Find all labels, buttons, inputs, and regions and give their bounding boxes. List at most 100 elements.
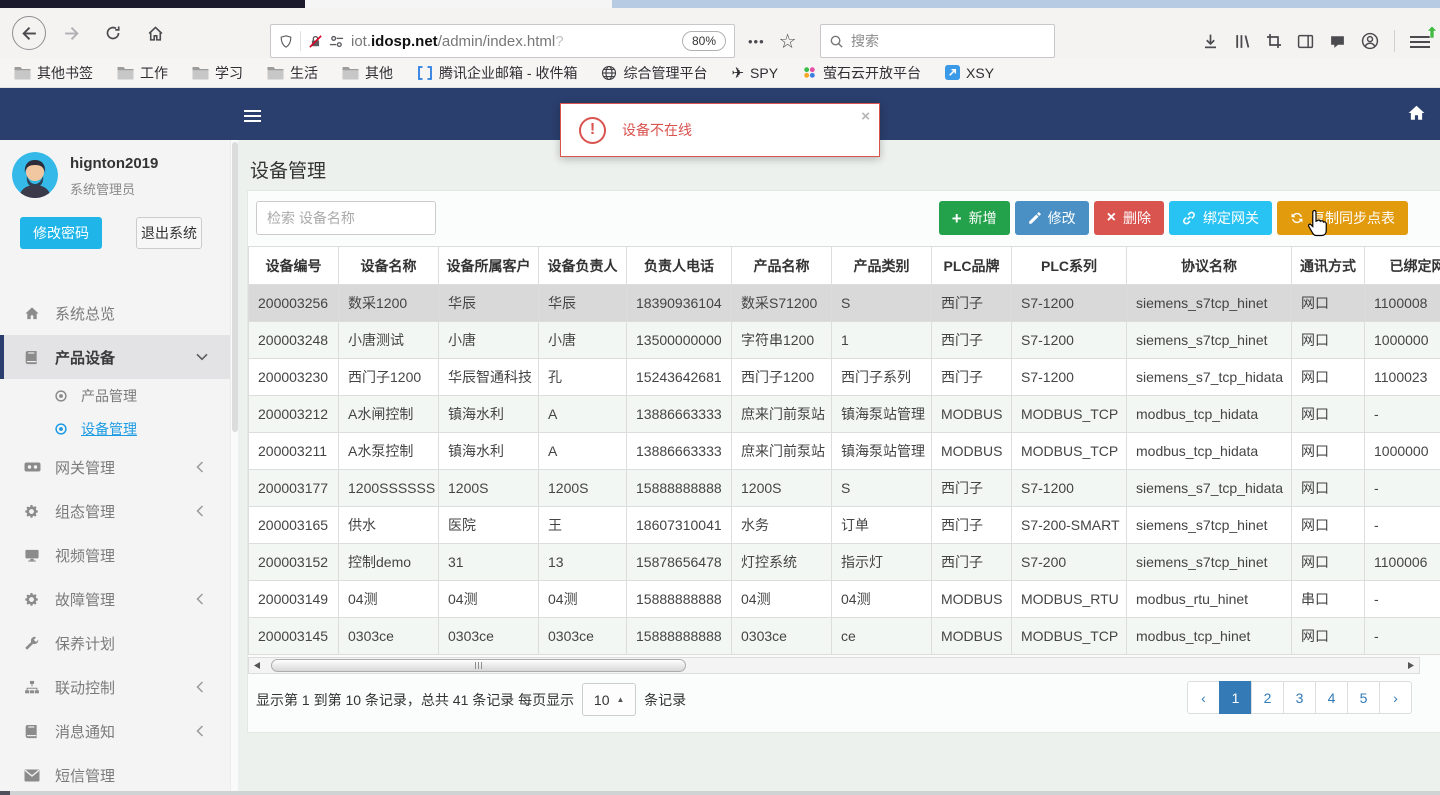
table-cell: MODBUS — [931, 395, 1012, 433]
table-row[interactable]: 200003149 04测 04测 04测 15888888888 04测 04测 MODBU… — [248, 580, 1440, 618]
sidebar-scrollbar[interactable] — [230, 140, 238, 795]
back-button[interactable] — [12, 16, 46, 50]
column-header: 负责人电话 — [626, 246, 732, 285]
sidebar-item-product-device[interactable]: 产品设备 — [0, 335, 230, 379]
bookmark-spy[interactable]: ✈ SPY — [731, 64, 778, 82]
delete-button[interactable]: × 删除 — [1093, 201, 1164, 235]
sidebar-item-label: 消息通知 — [55, 723, 116, 741]
sidebar-item-device-manage[interactable]: 设备管理 — [0, 412, 230, 445]
bookmark-ys-cloud[interactable]: 萤石云开放平台 — [802, 63, 921, 83]
bookmark-label: 工作 — [140, 64, 168, 81]
page-actions-icon[interactable]: ••• — [744, 34, 769, 49]
table-row[interactable]: 200003145 0303ce 0303ce 0303ce 15888888888 03… — [248, 617, 1440, 655]
logout-button[interactable]: 退出系统 — [136, 217, 202, 249]
bookmark-folder-misc[interactable]: 其他 — [342, 63, 393, 83]
page-size-select[interactable]: 10 ▲ — [582, 683, 637, 716]
screenshot-icon[interactable] — [1266, 33, 1282, 49]
chevron-left-icon — [196, 681, 214, 693]
sidebar-collapse-button[interactable] — [244, 107, 261, 125]
table-cell: modbus_rtu_hinet — [1126, 580, 1292, 618]
column-header: PLC品牌 — [931, 246, 1012, 285]
pagination-page-4[interactable]: 4 — [1315, 681, 1348, 714]
sidebar-item-maintenance[interactable]: 保养计划 — [0, 621, 230, 665]
change-password-button[interactable]: 修改密码 — [20, 217, 102, 249]
pagination-page-3[interactable]: 3 — [1283, 681, 1316, 714]
menu-button[interactable] — [1410, 26, 1437, 49]
table-cell: siemens_s7_tcp_hidata — [1126, 358, 1292, 396]
sidebar-item-gateway[interactable]: 网关管理 — [0, 445, 230, 489]
sidebar-item-product-manage[interactable]: 产品管理 — [0, 379, 230, 412]
copy-sync-button[interactable]: 复制同步点表 — [1277, 201, 1408, 235]
scrollbar-thumb[interactable] — [271, 659, 686, 672]
table-cell: S7-1200 — [1011, 469, 1127, 507]
zoom-level-badge[interactable]: 80% — [681, 31, 726, 51]
bookmark-folder-study[interactable]: 学习 — [192, 63, 243, 83]
scroll-right-arrow[interactable] — [1403, 658, 1419, 673]
table-cell: 网口 — [1291, 506, 1365, 544]
bookmark-folder-life[interactable]: 生活 — [267, 63, 318, 83]
table-header-row: 设备编号 设备名称 设备所属客户 设备负责人 负责人电话 产品名称 产品类别 PLC品牌 PLC… — [248, 246, 1440, 285]
sidebar-toggle-icon[interactable] — [1297, 33, 1314, 50]
reload-button[interactable] — [96, 16, 130, 50]
alert-close-icon[interactable]: × — [861, 108, 870, 125]
bookmark-folder-other-bookmarks[interactable]: 其他书签 — [14, 63, 93, 83]
browser-search-input[interactable] — [851, 33, 1046, 49]
pagination-page-1[interactable]: 1 — [1219, 681, 1252, 714]
table-row[interactable]: 200003212 A水闸控制 镇海水利 A 13886663333 庶来门前泵站 镇海泵站… — [248, 395, 1440, 433]
horizontal-scrollbar[interactable] — [248, 657, 1420, 674]
table-row[interactable]: 200003165 供水 医院王 18607310041 水务 订单 西门子 S7-200-S… — [248, 506, 1440, 544]
pagination-page-2[interactable]: 2 — [1251, 681, 1284, 714]
edit-button[interactable]: 修改 — [1014, 201, 1089, 235]
table-cell: 孔 — [538, 358, 627, 396]
sidebar-item-linkage[interactable]: 联动控制 — [0, 665, 230, 709]
sitemap-icon — [24, 680, 42, 695]
sidebar-item-sms[interactable]: 短信管理 — [0, 753, 230, 795]
bind-gateway-button[interactable]: 绑定网关 — [1169, 201, 1272, 235]
messages-icon[interactable] — [1329, 33, 1346, 50]
table-row[interactable]: 200003248 小唐测试 小唐 小唐 13500000000 字符串1200 1 西门子 S… — [248, 321, 1440, 359]
sidebar-item-video[interactable]: 视频管理 — [0, 533, 230, 577]
downloads-icon[interactable] — [1202, 33, 1219, 50]
table-cell: siemens_s7_tcp_hidata — [1126, 469, 1292, 507]
bookmark-tencent-mail[interactable]: 腾讯企业邮箱 - 收件箱 — [417, 63, 577, 83]
bookmark-folder-work[interactable]: 工作 — [117, 63, 168, 83]
pagination: ‹ 1 2 3 4 5 › — [1187, 681, 1412, 714]
forward-button[interactable] — [54, 16, 88, 50]
scroll-left-arrow[interactable] — [249, 658, 265, 673]
bookmark-mgmt-platform[interactable]: 综合管理平台 — [601, 63, 707, 83]
device-search-input[interactable] — [256, 201, 436, 235]
address-bar[interactable]: iot.idosp.net/admin/index.html? 80% — [270, 24, 735, 58]
table-cell: 西门子系列 — [831, 358, 932, 396]
bookmark-xsy[interactable]: XSY — [945, 65, 994, 81]
page-size-value: 10 — [593, 691, 610, 708]
shield-icon[interactable] — [279, 34, 293, 49]
library-icon[interactable] — [1234, 33, 1251, 50]
permissions-icon[interactable] — [329, 34, 344, 49]
pagination-next[interactable]: › — [1379, 681, 1412, 714]
sidebar-item-message[interactable]: 消息通知 — [0, 709, 230, 753]
sidebar-item-fault[interactable]: 故障管理 — [0, 577, 230, 621]
sidebar-item-scada[interactable]: 组态管理 — [0, 489, 230, 533]
bookmark-star-icon[interactable]: ☆ — [775, 29, 801, 54]
table-row[interactable]: 200003152 控制demo 31 13 15878656478 灯控系统 指示灯 西门子… — [248, 543, 1440, 581]
table-row[interactable]: 200003211 A水泵控制 镇海水利 A 13886663333 庶来门前泵站 镇海泵站… — [248, 432, 1440, 470]
table-row[interactable]: 200003256 数采1200 华辰 华辰 18390936104 数采S71200 S 西… — [248, 284, 1440, 322]
browser-search-box[interactable] — [820, 24, 1055, 58]
pagination-prev[interactable]: ‹ — [1187, 681, 1220, 714]
add-button[interactable]: + 新增 — [938, 201, 1010, 235]
table-cell: - — [1364, 617, 1440, 655]
table-cell: A — [538, 395, 627, 433]
sidebar-item-overview[interactable]: 系统总览 — [0, 291, 230, 335]
home-button[interactable] — [138, 16, 172, 50]
chevron-left-icon — [196, 593, 214, 605]
account-icon[interactable] — [1361, 32, 1379, 50]
dots4-icon — [802, 65, 817, 80]
app-home-icon[interactable] — [1407, 104, 1426, 122]
dot-circle-icon — [54, 389, 70, 403]
table-row[interactable]: 200003230 西门子1200 华辰智通科技孔 15243642681 西门子120… — [248, 358, 1440, 396]
table-cell: 200003145 — [248, 617, 339, 655]
pagination-page-5[interactable]: 5 — [1347, 681, 1380, 714]
table-row[interactable]: 200003177 1200SSSSSS 1200S 1200S 15888888888… — [248, 469, 1440, 507]
table-cell: 西门子1200 — [731, 358, 832, 396]
insecure-lock-icon[interactable] — [308, 34, 323, 49]
